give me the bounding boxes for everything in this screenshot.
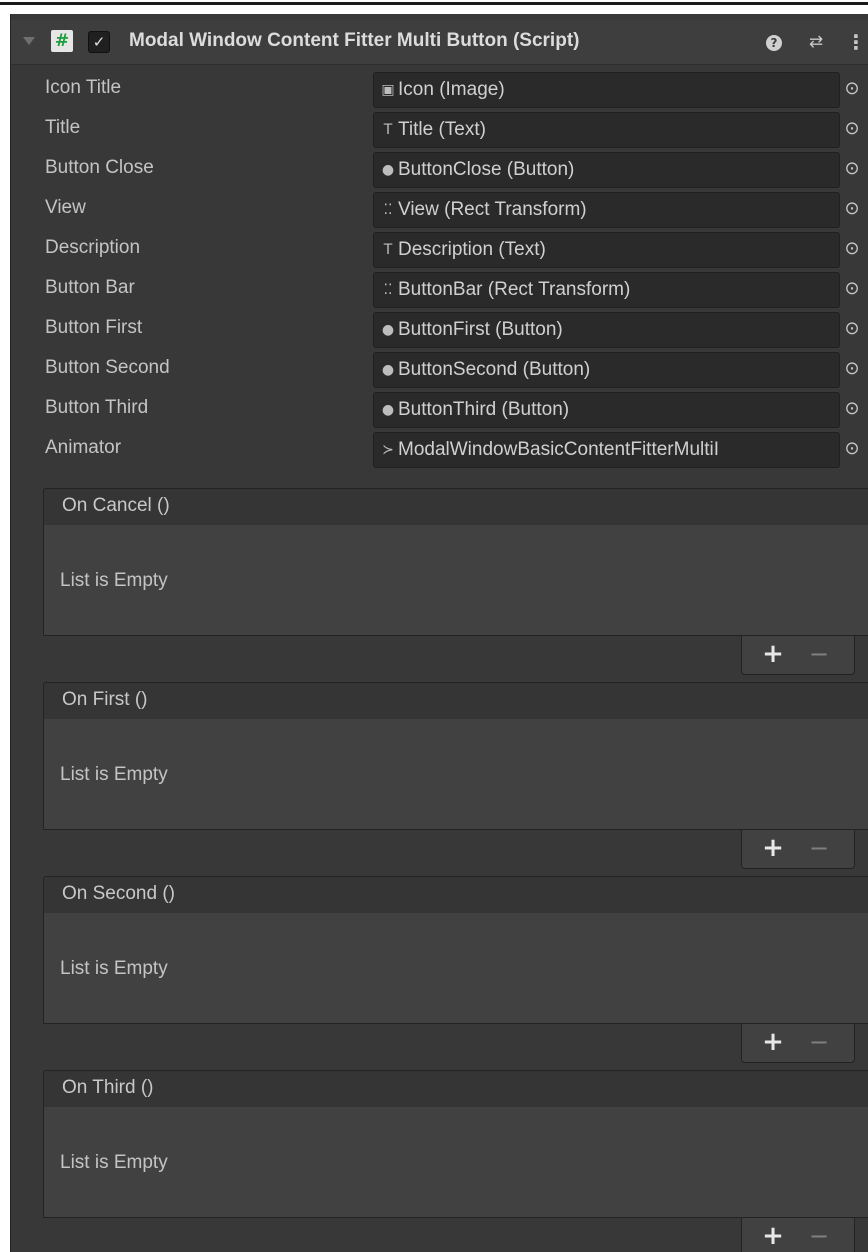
event-title: On Third ()	[62, 1077, 154, 1098]
field-label: Description	[45, 237, 141, 258]
list-footer: + −	[741, 636, 855, 675]
top-border	[0, 2, 868, 5]
object-picker-icon[interactable]: ⊙	[841, 438, 863, 460]
object-field[interactable]: ⁚⁚ ButtonBar (Rect Transform)	[373, 272, 840, 308]
list-empty-text: List is Empty	[60, 570, 168, 591]
foldout-arrow-icon[interactable]	[23, 37, 35, 45]
event-header: On First ()	[43, 682, 868, 720]
remove-item-button[interactable]: −	[806, 834, 832, 862]
field-label: Button Close	[45, 157, 154, 178]
object-picker-icon[interactable]: ⊙	[841, 118, 863, 140]
field-label: Button Second	[45, 357, 170, 378]
field-label: Button Bar	[45, 277, 135, 298]
event-title: On Second ()	[62, 883, 175, 904]
field-label: View	[45, 197, 86, 218]
object-field-value: ButtonThird (Button)	[398, 399, 570, 420]
object-picker-icon[interactable]: ⊙	[841, 398, 863, 420]
event-header: On Third ()	[43, 1070, 868, 1108]
presets-icon[interactable]: ⇄	[805, 30, 827, 54]
component-header[interactable]: # ✓ Modal Window Content Fitter Multi Bu…	[11, 20, 868, 65]
object-picker-icon[interactable]: ⊙	[841, 358, 863, 380]
object-field[interactable]: T Title (Text)	[373, 112, 840, 148]
object-picker-icon[interactable]: ⊙	[841, 198, 863, 220]
help-icon[interactable]: ?	[763, 30, 785, 54]
field-row-button-bar: Button Bar ⁚⁚ ButtonBar (Rect Transform)…	[11, 270, 868, 310]
object-field-value: ButtonSecond (Button)	[398, 359, 591, 380]
object-field[interactable]: ≻ ModalWindowBasicContentFitterMultiI	[373, 432, 840, 468]
field-row-button-second: Button Second ● ButtonSecond (Button) ⊙	[11, 350, 868, 390]
add-item-button[interactable]: +	[760, 640, 786, 668]
add-item-button[interactable]: +	[760, 1028, 786, 1056]
field-label: Button Third	[45, 397, 149, 418]
object-field[interactable]: T Description (Text)	[373, 232, 840, 268]
field-row-icon-title: Icon Title ▣ Icon (Image) ⊙	[11, 70, 868, 110]
list-footer: + −	[741, 830, 855, 869]
field-label: Title	[45, 117, 81, 138]
remove-item-button[interactable]: −	[806, 1028, 832, 1056]
field-label: Button First	[45, 317, 143, 338]
property-fields: Icon Title ▣ Icon (Image) ⊙ Title T Titl…	[11, 70, 868, 470]
object-field[interactable]: ● ButtonSecond (Button)	[373, 352, 840, 388]
event-list: List is Empty	[43, 525, 868, 636]
field-row-animator: Animator ≻ ModalWindowBasicContentFitter…	[11, 430, 868, 470]
object-picker-icon[interactable]: ⊙	[841, 278, 863, 300]
list-empty-text: List is Empty	[60, 764, 168, 785]
list-empty-text: List is Empty	[60, 1152, 168, 1173]
add-item-button[interactable]: +	[760, 834, 786, 862]
field-row-button-close: Button Close ● ButtonClose (Button) ⊙	[11, 150, 868, 190]
object-field-value: Description (Text)	[398, 239, 546, 260]
list-empty-text: List is Empty	[60, 958, 168, 979]
event-list: List is Empty	[43, 719, 868, 830]
list-footer: + −	[741, 1218, 855, 1252]
button-icon: ●	[381, 362, 395, 378]
event-title: On First ()	[62, 689, 148, 710]
rect-transform-icon: ⁚⁚	[383, 202, 393, 218]
rect-transform-icon: ⁚⁚	[383, 282, 393, 298]
event-header: On Cancel ()	[43, 488, 868, 526]
image-icon: ▣	[381, 82, 395, 98]
remove-item-button[interactable]: −	[806, 640, 832, 668]
object-picker-icon[interactable]: ⊙	[841, 238, 863, 260]
field-row-view: View ⁚⁚ View (Rect Transform) ⊙	[11, 190, 868, 230]
field-row-title: Title T Title (Text) ⊙	[11, 110, 868, 150]
object-field[interactable]: ● ButtonThird (Button)	[373, 392, 840, 428]
object-field-value: ModalWindowBasicContentFitterMultiI	[398, 439, 720, 460]
button-icon: ●	[381, 322, 395, 338]
add-item-button[interactable]: +	[760, 1222, 786, 1250]
animator-icon: ≻	[382, 442, 394, 458]
object-field-value: Icon (Image)	[398, 79, 505, 100]
component-title: Modal Window Content Fitter Multi Button…	[129, 30, 580, 51]
object-field[interactable]: ● ButtonFirst (Button)	[373, 312, 840, 348]
context-menu-icon[interactable]: ⋮	[845, 30, 867, 54]
text-icon: T	[383, 122, 393, 138]
object-picker-icon[interactable]: ⊙	[841, 318, 863, 340]
object-field-value: ButtonBar (Rect Transform)	[398, 279, 631, 300]
object-picker-icon[interactable]: ⊙	[841, 78, 863, 100]
object-field-value: Title (Text)	[398, 119, 486, 140]
component-enabled-checkbox[interactable]: ✓	[88, 31, 110, 53]
object-field[interactable]: ● ButtonClose (Button)	[373, 152, 840, 188]
object-picker-icon[interactable]: ⊙	[841, 158, 863, 180]
field-row-button-third: Button Third ● ButtonThird (Button) ⊙	[11, 390, 868, 430]
button-icon: ●	[381, 402, 395, 418]
text-icon: T	[383, 242, 393, 258]
object-field-value: ButtonFirst (Button)	[398, 319, 563, 340]
event-list: List is Empty	[43, 913, 868, 1024]
list-footer: + −	[741, 1024, 855, 1063]
field-row-description: Description T Description (Text) ⊙	[11, 230, 868, 270]
event-title: On Cancel ()	[62, 495, 170, 516]
field-label: Icon Title	[45, 77, 122, 98]
remove-item-button[interactable]: −	[806, 1222, 832, 1250]
inspector-panel: # ✓ Modal Window Content Fitter Multi Bu…	[10, 14, 868, 1252]
object-field[interactable]: ⁚⁚ View (Rect Transform)	[373, 192, 840, 228]
field-label: Animator	[45, 437, 122, 458]
object-field[interactable]: ▣ Icon (Image)	[373, 72, 840, 108]
field-row-button-first: Button First ● ButtonFirst (Button) ⊙	[11, 310, 868, 350]
object-field-value: View (Rect Transform)	[398, 199, 587, 220]
event-list: List is Empty	[43, 1107, 868, 1218]
event-header: On Second ()	[43, 876, 868, 914]
object-field-value: ButtonClose (Button)	[398, 159, 575, 180]
button-icon: ●	[381, 162, 395, 178]
script-icon: #	[51, 30, 73, 52]
